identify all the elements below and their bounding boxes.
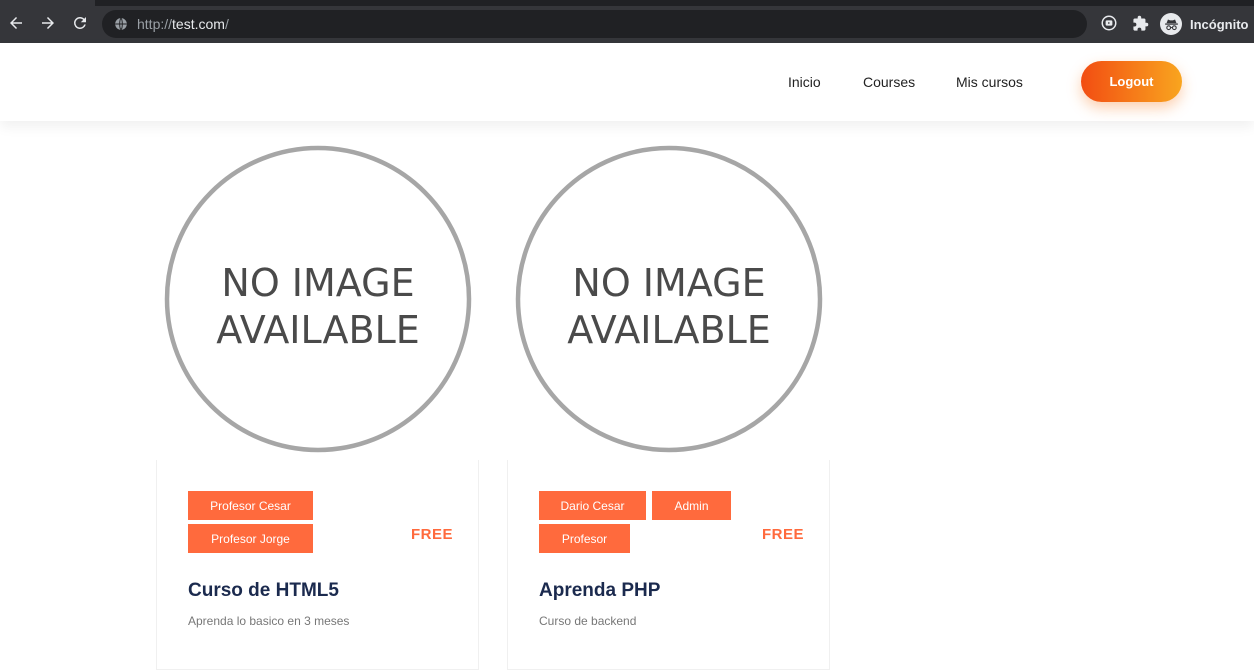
- course-card: Profesor Cesar Profesor Jorge FREE Curso…: [156, 460, 479, 670]
- teacher-badge[interactable]: Profesor Cesar: [188, 491, 313, 520]
- nav-link-inicio[interactable]: Inicio: [788, 74, 821, 90]
- teacher-badge[interactable]: Profesor: [539, 524, 630, 553]
- puzzle-icon: [1132, 15, 1148, 31]
- site-info-icon[interactable]: [114, 17, 128, 31]
- incognito-indicator[interactable]: Incógnito: [1160, 11, 1249, 37]
- forward-button[interactable]: [37, 12, 59, 34]
- back-button[interactable]: [5, 12, 27, 34]
- no-image-text-line2: AVAILABLE: [567, 308, 771, 352]
- arrow-right-icon: [42, 17, 54, 29]
- incognito-icon: [1160, 13, 1182, 35]
- course-title[interactable]: Curso de HTML5: [188, 580, 339, 602]
- extensions-button[interactable]: [1131, 14, 1149, 32]
- nav-link-mis-cursos[interactable]: Mis cursos: [956, 74, 1023, 90]
- url-text: http://test.com/: [137, 16, 229, 32]
- teacher-badge[interactable]: Dario Cesar: [539, 491, 646, 520]
- no-image-text-line1: NO IMAGE: [572, 261, 765, 305]
- course-description: Aprenda lo basico en 3 meses: [188, 614, 350, 628]
- price-label: FREE: [411, 526, 454, 543]
- course-image-placeholder[interactable]: NO IMAGE AVAILABLE: [164, 145, 472, 453]
- course-title[interactable]: Aprenda PHP: [539, 580, 660, 602]
- teacher-badge[interactable]: Admin: [652, 491, 731, 520]
- no-image-text-line1: NO IMAGE: [221, 261, 414, 305]
- price-label: FREE: [762, 526, 805, 543]
- incognito-label: Incógnito: [1190, 16, 1249, 32]
- logout-button[interactable]: Logout: [1081, 61, 1182, 102]
- site-header: Inicio Courses Mis cursos Logout: [0, 43, 1254, 121]
- arrow-left-icon: [10, 17, 22, 29]
- reload-button[interactable]: [69, 12, 91, 34]
- tab-strip: [95, 0, 1254, 6]
- teacher-badge[interactable]: Profesor Jorge: [188, 524, 313, 553]
- course-image-placeholder[interactable]: NO IMAGE AVAILABLE: [515, 145, 823, 453]
- no-image-text-line2: AVAILABLE: [216, 308, 420, 352]
- reload-icon: [73, 16, 86, 29]
- course-card: Dario Cesar Admin Profesor FREE Aprenda …: [507, 460, 830, 670]
- browser-toolbar: http://test.com/ Incógnito: [0, 0, 1254, 43]
- media-control-icon: [1101, 15, 1117, 31]
- course-description: Curso de backend: [539, 614, 637, 628]
- media-button[interactable]: [1100, 14, 1118, 32]
- address-bar[interactable]: http://test.com/: [102, 10, 1087, 38]
- nav-link-courses[interactable]: Courses: [863, 74, 915, 90]
